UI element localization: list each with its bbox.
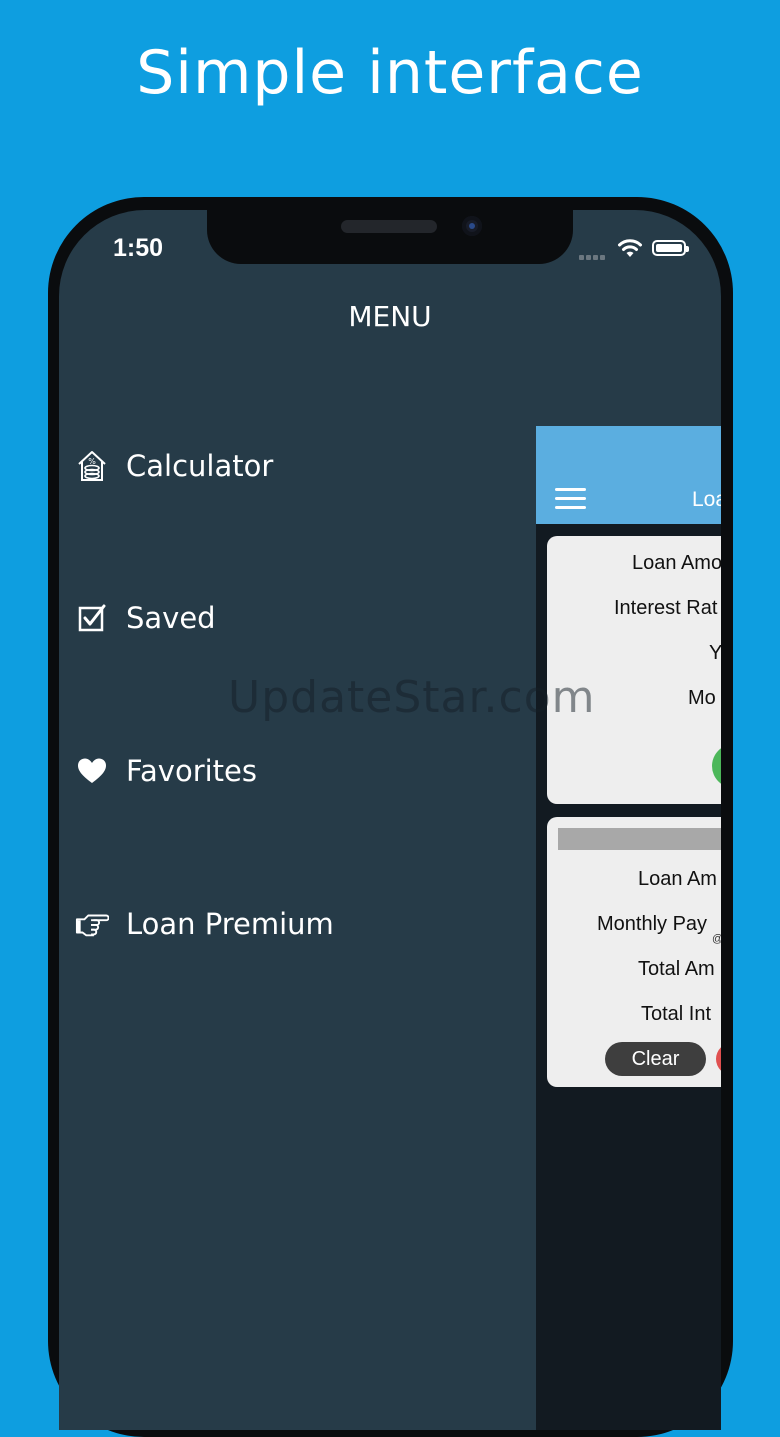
total-interest-label: Total Int [641,1003,712,1025]
pointing-hand-icon [75,907,109,941]
heart-icon [75,754,109,788]
speaker [341,220,437,233]
input-card: Loan Amo Interest Rat Y Mo [547,536,721,804]
loan-amount-label: Loan Amo [632,552,721,574]
clear-button[interactable]: Clear [605,1042,706,1076]
menu-item-label: Loan Premium [126,907,334,941]
calculate-button[interactable] [712,744,721,788]
headline: Simple interface [136,38,644,108]
notch [207,210,573,264]
status-icons [579,238,699,264]
app-title: Loa [692,488,721,511]
result-card: Loan Am Monthly Pay @ Total Am Total Int… [547,817,721,1087]
battery-icon [652,240,689,256]
menu-item-label: Calculator [126,449,274,483]
wifi-icon [618,239,642,257]
menu-title: MENU [348,300,432,333]
watermark: UpdateStar.com [228,672,596,723]
result-header-bar [558,828,721,850]
menu-item-label: Favorites [126,754,257,788]
menu-item-favorites[interactable]: Favorites [75,749,257,793]
hamburger-icon[interactable] [555,488,586,510]
months-label: Mo [688,687,716,709]
menu-item-label: Saved [126,601,216,635]
signal-icon [579,252,611,260]
red-action-button[interactable] [716,1043,721,1075]
app-header: Loa [536,426,721,524]
total-amount-label: Total Am [638,958,715,980]
interest-rate-label: Interest Rat [614,597,718,619]
monthly-payment-label: Monthly Pay [597,913,708,935]
loan-amount-result-label: Loan Am [638,868,717,890]
status-time: 1:50 [113,234,164,262]
app-preview[interactable]: Loa Loan Amo Interest Rat Y Mo Loan Am M… [536,426,721,1430]
house-percent-icon: % [75,449,109,483]
phone-screen: 1:50 MENU % Calculator Saved Favorites L… [59,210,721,1430]
menu-item-calculator[interactable]: % Calculator [75,444,273,488]
menu-item-loan-premium[interactable]: Loan Premium [75,902,334,946]
at-symbol: @ [712,933,721,945]
years-label: Y [709,642,721,664]
menu-item-saved[interactable]: Saved [75,596,216,640]
svg-text:%: % [88,457,96,466]
checkbox-icon [75,601,109,635]
camera-icon [462,216,482,236]
